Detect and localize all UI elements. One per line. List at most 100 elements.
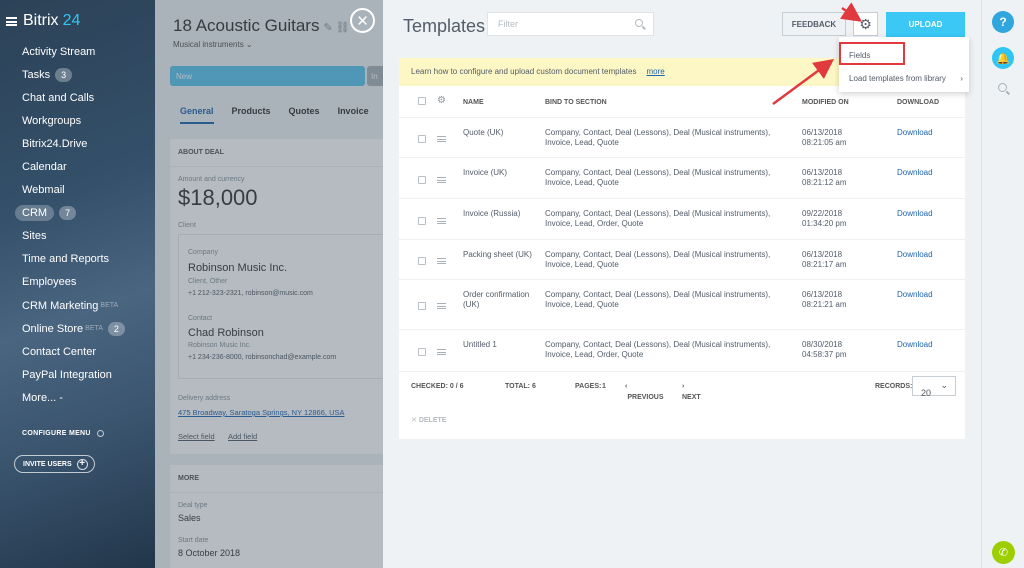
drag-handle-icon[interactable]	[437, 217, 446, 224]
row-checkbox[interactable]	[418, 302, 426, 310]
template-bind: Company, Contact, Deal (Lessons), Deal (…	[545, 340, 771, 359]
settings-button[interactable]: ⚙	[853, 12, 878, 36]
drag-handle-icon[interactable]	[437, 303, 446, 309]
template-name[interactable]: Quote (UK)	[463, 128, 533, 138]
checked-count: CHECKED: 0 / 6	[411, 383, 464, 390]
sidebar-item-bitrix24-drive[interactable]: Bitrix24.Drive	[0, 132, 155, 155]
next-page[interactable]: NEXT ›	[682, 383, 701, 401]
sidebar-item-time-and-reports[interactable]: Time and Reports	[0, 248, 155, 271]
templates-title: Templates	[403, 16, 486, 36]
previous-page[interactable]: ‹ PREVIOUS	[625, 383, 664, 401]
download-link[interactable]: Download	[897, 168, 933, 178]
column-bind[interactable]: BIND TO SECTION	[545, 99, 607, 106]
close-slider-button[interactable]: ✕	[350, 8, 375, 33]
row-checkbox[interactable]	[418, 348, 426, 356]
sidebar-item-activity-stream[interactable]: Activity Stream	[0, 40, 155, 63]
phone-icon[interactable]: ✆	[992, 541, 1015, 564]
deal-page: 18 Acoustic Guitars ✎ ⛓ Musical instrumen…	[155, 0, 383, 568]
row-checkbox[interactable]	[418, 175, 426, 184]
template-bind: Company, Contact, Deal (Lessons), Deal (…	[545, 209, 771, 228]
menu-icon[interactable]	[6, 16, 17, 26]
table-row[interactable]: Invoice (UK) Company, Contact, Deal (Less…	[399, 158, 965, 199]
sidebar-item-label: Contact Center	[22, 345, 96, 358]
fields-highlight-box	[839, 42, 905, 65]
drag-handle-icon[interactable]	[437, 349, 446, 355]
column-settings-icon[interactable]: ⚙	[437, 95, 446, 106]
sidebar-item-employees[interactable]: Employees	[0, 271, 155, 294]
total-count: TOTAL: 6	[505, 383, 536, 390]
template-name[interactable]: Invoice (Russia)	[463, 209, 533, 219]
sidebar-item-calendar[interactable]: Calendar	[0, 155, 155, 178]
download-link[interactable]: Download	[897, 250, 933, 260]
sidebar-item-crm[interactable]: CRM 7	[0, 202, 155, 225]
sidebar-item-crm-marketing[interactable]: CRM Marketing BETA	[0, 294, 155, 317]
template-modified: 06/13/2018 08:21:05 am	[802, 128, 847, 147]
banner-more-link[interactable]: more	[646, 67, 664, 76]
template-name[interactable]: Packing sheet (UK)	[463, 250, 533, 260]
templates-grid: ⚙ NAME BIND TO SECTION MODIFIED ON DOWNL…	[399, 86, 965, 439]
table-row[interactable]: Invoice (Russia) Company, Contact, Deal (…	[399, 199, 965, 240]
sidebar-item-workgroups[interactable]: Workgroups	[0, 109, 155, 132]
template-name[interactable]: Order confirmation (UK)	[463, 290, 533, 310]
row-checkbox[interactable]	[418, 216, 426, 225]
drag-handle-icon[interactable]	[437, 176, 446, 183]
notifications-icon[interactable]: 🔔	[992, 47, 1014, 69]
download-link[interactable]: Download	[897, 290, 933, 300]
sidebar-item-chat-and-calls[interactable]: Chat and Calls	[0, 86, 155, 109]
menu-item-load-templates[interactable]: Load templates from library ›	[839, 68, 969, 88]
search-icon[interactable]	[998, 83, 1007, 92]
table-row[interactable]: Untitled 1 Company, Contact, Deal (Lesson…	[399, 330, 965, 372]
overlay-dim[interactable]	[155, 0, 383, 568]
table-row[interactable]: Quote (UK) Company, Contact, Deal (Lesson…	[399, 118, 965, 158]
help-icon[interactable]: ?	[992, 11, 1014, 33]
brand-name: Bitrix 24	[23, 12, 81, 29]
template-modified: 06/13/2018 08:21:21 am	[802, 290, 847, 309]
beta-tag: BETA	[100, 302, 119, 310]
records-select[interactable]: 20 ⌄	[912, 376, 956, 398]
brand[interactable]: Bitrix 24	[0, 8, 155, 34]
filter-input[interactable]: Filter	[487, 12, 654, 36]
column-modified[interactable]: MODIFIED ON	[802, 99, 849, 106]
sidebar-item-label: CRM Marketing	[22, 299, 99, 312]
gear-icon	[96, 430, 104, 437]
sidebar-item-more[interactable]: More... -	[0, 386, 155, 409]
page-number[interactable]: 1	[602, 383, 606, 390]
sidebar-item-online-store[interactable]: Online Store BETA 2	[0, 317, 155, 340]
table-row[interactable]: Packing sheet (UK) Company, Contact, Deal…	[399, 240, 965, 280]
gear-icon: ⚙	[859, 15, 872, 32]
sidebar-item-label: Calendar	[22, 161, 67, 174]
sidebar-item-label: Webmail	[22, 184, 65, 197]
template-modified: 08/30/2018 04:58:37 pm	[802, 340, 847, 359]
drag-handle-icon[interactable]	[437, 136, 446, 142]
chevron-down-icon: ⌄	[940, 380, 948, 390]
template-name[interactable]: Invoice (UK)	[463, 168, 533, 178]
invite-users-button[interactable]: INVITE USERS +	[14, 455, 95, 473]
delete-button[interactable]: ✕ DELETE	[411, 416, 446, 424]
feedback-button[interactable]: FEEDBACK	[782, 12, 846, 36]
beta-tag: BETA	[85, 325, 103, 333]
sidebar-item-label: Bitrix24.Drive	[22, 137, 88, 150]
sidebar-item-sites[interactable]: Sites	[0, 225, 155, 248]
sidebar-item-tasks[interactable]: Tasks 3	[0, 63, 155, 86]
configure-menu[interactable]: CONFIGURE MENU	[22, 430, 104, 437]
counter-badge: 3	[55, 67, 73, 82]
template-modified: 06/13/2018 08:21:12 am	[802, 168, 847, 187]
search-icon[interactable]	[635, 19, 643, 27]
sidebar-item-webmail[interactable]: Webmail	[0, 179, 155, 202]
column-download[interactable]: DOWNLOAD	[897, 99, 939, 106]
download-link[interactable]: Download	[897, 128, 933, 138]
sidebar-item-paypal-integration[interactable]: PayPal Integration	[0, 363, 155, 386]
template-name[interactable]: Untitled 1	[463, 340, 533, 350]
upload-button[interactable]: UPLOAD	[886, 12, 965, 37]
sidebar-item-label: More... -	[22, 391, 63, 404]
row-checkbox[interactable]	[418, 257, 426, 265]
row-checkbox[interactable]	[418, 135, 426, 143]
download-link[interactable]: Download	[897, 209, 933, 219]
column-name[interactable]: NAME	[463, 99, 484, 106]
sidebar-item-contact-center[interactable]: Contact Center	[0, 340, 155, 363]
table-row[interactable]: Order confirmation (UK) Company, Contact,…	[399, 280, 965, 330]
download-link[interactable]: Download	[897, 340, 933, 350]
counter-badge: 7	[59, 206, 77, 221]
drag-handle-icon[interactable]	[437, 258, 446, 264]
select-all-checkbox[interactable]	[418, 97, 426, 105]
